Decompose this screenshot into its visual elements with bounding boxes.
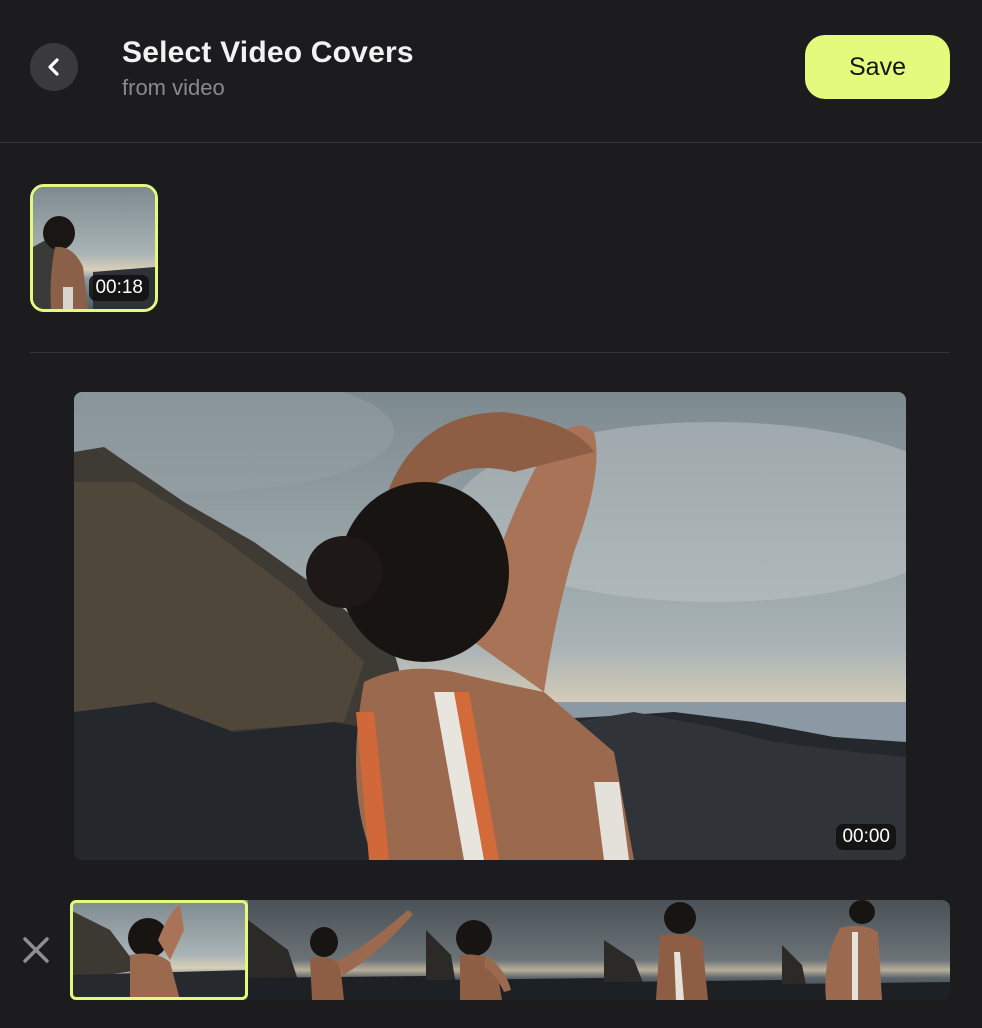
- page-subtitle: from video: [122, 75, 225, 100]
- back-button[interactable]: [30, 43, 78, 91]
- frame-image: [70, 900, 248, 1000]
- frame-image: [248, 900, 426, 1000]
- frame-image: [782, 900, 950, 1000]
- frame-image: [426, 900, 604, 1000]
- close-icon: [23, 937, 49, 963]
- video-preview[interactable]: 00:00: [74, 392, 906, 860]
- close-button[interactable]: [18, 932, 54, 968]
- timeline-frame[interactable]: [248, 900, 426, 1000]
- timeline-frame[interactable]: [70, 900, 248, 1000]
- header: Select Video Covers from video Save: [0, 0, 982, 143]
- timeline-frame[interactable]: [604, 900, 782, 1000]
- chevron-left-icon: [48, 58, 59, 76]
- timeline-frame[interactable]: [782, 900, 950, 1000]
- video-cover-selector: Select Video Covers from video Save 00:1…: [0, 0, 982, 1028]
- preview-timestamp: 00:00: [836, 824, 896, 850]
- cover-thumbnail[interactable]: 00:18: [30, 184, 158, 312]
- frame-timeline[interactable]: [70, 900, 950, 1000]
- page-title: Select Video Covers: [122, 36, 414, 69]
- timeline-frame[interactable]: [426, 900, 604, 1000]
- frame-image: [604, 900, 782, 1000]
- cover-timestamp: 00:18: [89, 275, 149, 301]
- preview-image: [74, 392, 906, 860]
- selected-covers-list: 00:18: [30, 184, 950, 312]
- save-button[interactable]: Save: [805, 35, 950, 99]
- section-divider: [30, 352, 950, 353]
